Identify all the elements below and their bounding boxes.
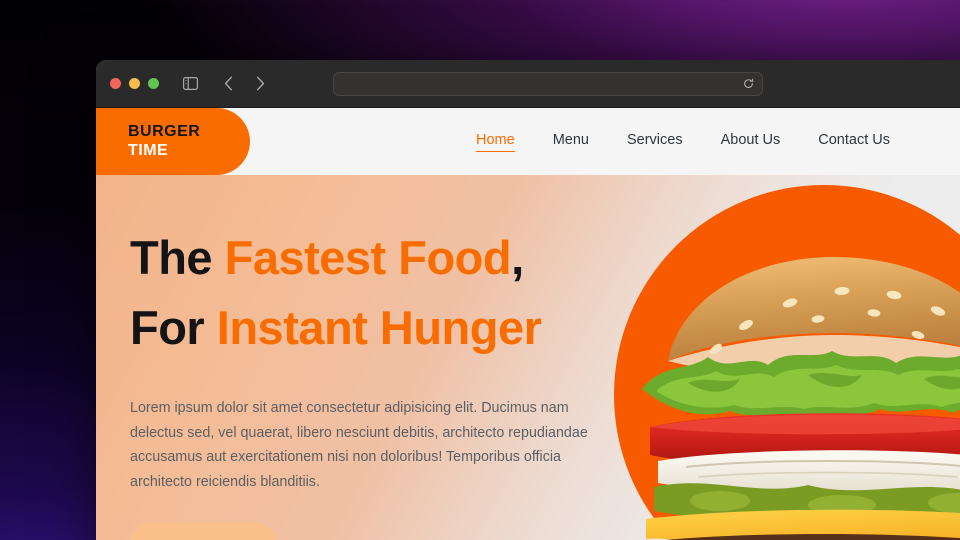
hero-headline-line2: For Instant Hunger [130, 293, 650, 363]
headline-plain-2: For [130, 300, 217, 354]
logo-line-burger: BURGER [128, 122, 201, 140]
hero-image-group [614, 185, 960, 540]
chevron-right-icon[interactable] [247, 71, 273, 97]
maximize-window-button[interactable] [148, 78, 159, 89]
browser-window: BURGER TIME Home Menu Services About Us … [96, 60, 960, 540]
reload-icon[interactable] [743, 78, 754, 89]
window-controls[interactable] [110, 78, 159, 89]
nav-item-contact-us[interactable]: Contact Us [818, 132, 890, 151]
minimize-window-button[interactable] [129, 78, 140, 89]
cheeseburger-photo [642, 257, 960, 540]
logo-line-time: TIME [128, 141, 169, 159]
close-window-button[interactable] [110, 78, 121, 89]
nav-item-about-us[interactable]: About Us [721, 132, 781, 151]
headline-accent-2: Instant Hunger [216, 300, 542, 354]
headline-accent-1: Fastest Food [224, 231, 512, 284]
chevron-left-icon[interactable] [215, 71, 241, 97]
site-header: BURGER TIME Home Menu Services About Us … [96, 108, 960, 175]
address-bar[interactable] [333, 71, 763, 96]
browser-toolbar [96, 60, 960, 108]
nav-item-home[interactable]: Home [476, 132, 515, 152]
nav-item-menu[interactable]: Menu [553, 132, 589, 151]
hero-paragraph: Lorem ipsum dolor sit amet consectetur a… [130, 400, 588, 490]
hero-section: The Fastest Food, For Instant Hunger Lor… [96, 175, 960, 540]
hero-cta-button[interactable] [130, 523, 277, 540]
site-logo[interactable]: BURGER TIME [96, 108, 250, 175]
hero-copy: The Fastest Food, For Instant Hunger Lor… [130, 223, 650, 494]
hero-headline-line1: The Fastest Food, [130, 223, 650, 293]
headline-plain-1: The [130, 231, 225, 284]
sidebar-toggle-icon[interactable] [177, 71, 203, 97]
main-navigation: Home Menu Services About Us Contact Us [250, 108, 960, 175]
headline-comma: , [511, 231, 524, 284]
nav-item-services[interactable]: Services [627, 132, 683, 151]
